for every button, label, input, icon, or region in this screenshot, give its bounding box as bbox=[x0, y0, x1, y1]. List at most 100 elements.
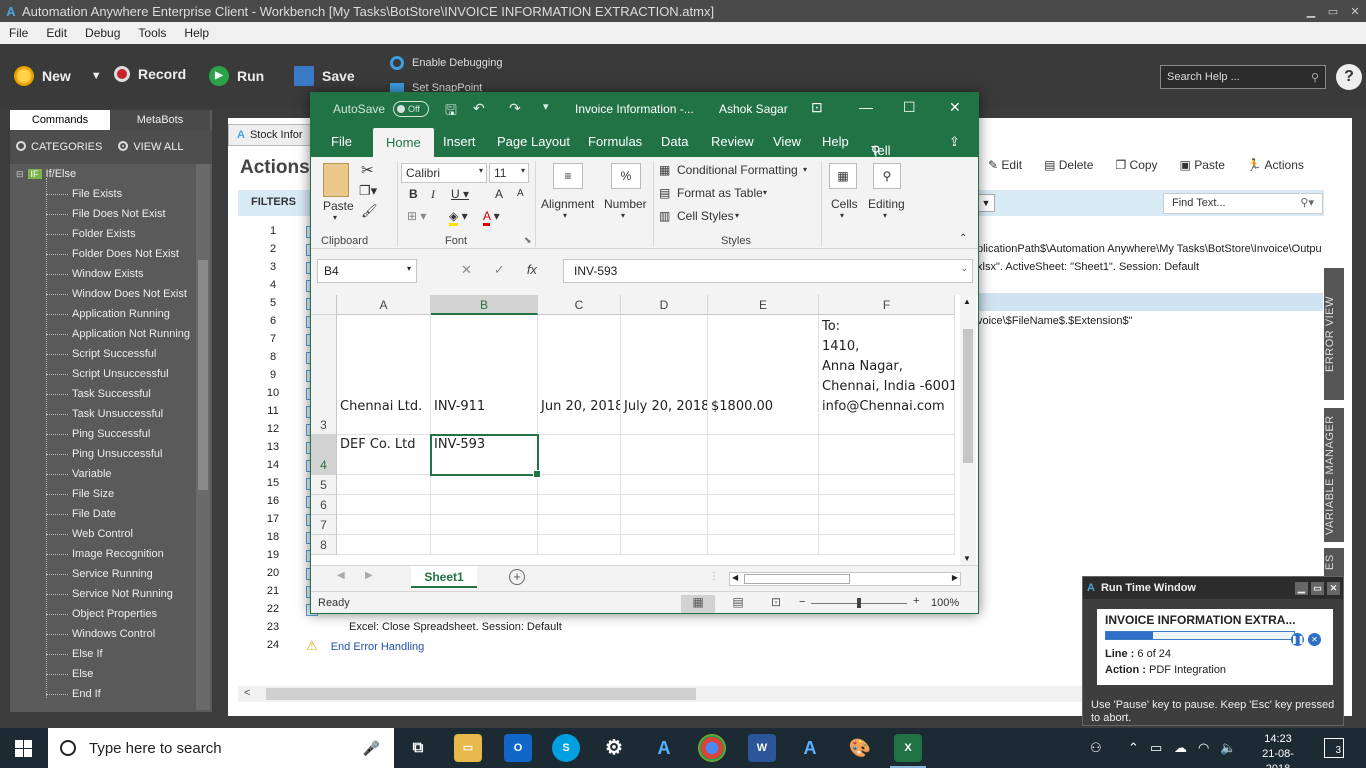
horizontal-scrollbar[interactable]: ◀ ▶ bbox=[729, 572, 961, 586]
decrease-font-icon[interactable]: A bbox=[517, 188, 524, 199]
settings-gear-icon[interactable]: ⚙ bbox=[600, 734, 628, 762]
enter-icon[interactable]: ✓ bbox=[494, 262, 505, 278]
borders-icon[interactable]: ⊞ ▾ bbox=[407, 209, 426, 223]
zoom-in-icon[interactable]: + bbox=[913, 595, 919, 607]
cell-b8[interactable] bbox=[431, 535, 538, 555]
vertical-scrollbar[interactable]: ▲ ▼ bbox=[960, 295, 976, 565]
outlook-icon[interactable]: O bbox=[504, 734, 532, 762]
maximize-icon[interactable]: ▭ bbox=[1311, 581, 1324, 595]
enable-debugging-button[interactable]: Enable Debugging bbox=[390, 56, 503, 70]
tab-page-layout[interactable]: Page Layout bbox=[497, 134, 570, 149]
zoom-level[interactable]: 100% bbox=[931, 597, 959, 609]
people-icon[interactable]: ⚇ bbox=[1090, 740, 1102, 756]
cell-f6[interactable] bbox=[819, 495, 955, 515]
tab-home[interactable]: Home bbox=[373, 128, 434, 157]
cell-f8[interactable] bbox=[819, 535, 955, 555]
cell-a6[interactable] bbox=[337, 495, 431, 515]
filter-dropdown[interactable]: ▼ bbox=[977, 194, 995, 212]
tab-metabots[interactable]: MetaBots bbox=[110, 110, 210, 130]
automation-anywhere-icon[interactable]: A bbox=[650, 734, 678, 762]
code-line-24[interactable]: ⚠ End Error Handling bbox=[306, 638, 424, 654]
maximize-icon[interactable]: ☐ bbox=[903, 99, 916, 116]
cell-d6[interactable] bbox=[621, 495, 708, 515]
search-help-input[interactable]: Search Help ... ⚲ bbox=[1160, 65, 1326, 89]
cell-e5[interactable] bbox=[708, 475, 819, 495]
cell-b6[interactable] bbox=[431, 495, 538, 515]
row-header-3[interactable]: 3 bbox=[311, 315, 337, 435]
italic-icon[interactable]: I bbox=[431, 187, 435, 202]
task-view-icon[interactable]: ⧉ bbox=[404, 734, 432, 762]
tab-help[interactable]: Help bbox=[822, 134, 849, 149]
categories-radio[interactable]: CATEGORIES bbox=[16, 141, 102, 153]
close-icon[interactable]: ✕ bbox=[949, 99, 961, 116]
cell-c5[interactable] bbox=[538, 475, 621, 495]
delete-button[interactable]: ▤ Delete bbox=[1044, 158, 1093, 172]
column-header-b[interactable]: B bbox=[431, 295, 538, 315]
cell-a4[interactable]: DEF Co. Ltd bbox=[337, 435, 431, 475]
menu-help[interactable]: Help bbox=[175, 26, 218, 40]
row-header-4[interactable]: 4 bbox=[311, 435, 337, 475]
file-explorer-icon[interactable]: ▭ bbox=[454, 734, 482, 762]
function-icon[interactable]: fx bbox=[527, 262, 537, 278]
filters-label[interactable]: FILTERS bbox=[251, 196, 296, 208]
menu-tools[interactable]: Tools bbox=[129, 26, 175, 40]
scrollbar-thumb[interactable] bbox=[744, 574, 850, 584]
cell-d3[interactable]: July 20, 2018 bbox=[621, 315, 708, 435]
formula-input[interactable]: INV-593 ⌄ bbox=[563, 259, 973, 283]
show-hidden-icon[interactable]: ⌃ bbox=[1128, 740, 1139, 756]
volume-icon[interactable]: 🔈 bbox=[1220, 740, 1236, 756]
font-color-icon[interactable]: A ▾ bbox=[483, 209, 500, 226]
row-header-8[interactable]: 8 bbox=[311, 535, 337, 555]
undo-icon[interactable]: ↶ bbox=[473, 100, 485, 117]
help-icon[interactable]: ? bbox=[1336, 64, 1362, 90]
next-sheet-icon[interactable]: ▶ bbox=[365, 570, 373, 581]
column-header-e[interactable]: E bbox=[708, 295, 819, 315]
cell-d8[interactable] bbox=[621, 535, 708, 555]
wifi-icon[interactable]: ◠ bbox=[1198, 740, 1209, 756]
cell-b7[interactable] bbox=[431, 515, 538, 535]
word-icon[interactable]: W bbox=[748, 734, 776, 762]
battery-icon[interactable]: ▭ bbox=[1150, 740, 1162, 756]
underline-icon[interactable]: U ▾ bbox=[451, 187, 469, 201]
code-line-6[interactable]: voice\$FileName$.$Extension$" bbox=[977, 315, 1133, 327]
scrollbar-thumb[interactable] bbox=[266, 688, 696, 700]
font-name-select[interactable]: Calibri ▾ bbox=[401, 163, 487, 183]
minimize-icon[interactable]: — bbox=[859, 99, 873, 115]
ribbon-display-icon[interactable]: ⊡ bbox=[811, 99, 823, 116]
edit-button[interactable]: ✎ Edit bbox=[988, 158, 1022, 172]
save-button[interactable]: Save bbox=[294, 66, 355, 86]
dialog-launcher-icon[interactable]: ⬊ bbox=[524, 235, 532, 246]
maximize-icon[interactable]: ▭ bbox=[1322, 5, 1344, 18]
cell-e6[interactable] bbox=[708, 495, 819, 515]
zoom-slider-knob[interactable] bbox=[857, 598, 861, 608]
column-header-f[interactable]: F bbox=[819, 295, 955, 315]
add-sheet-icon[interactable]: + bbox=[509, 569, 525, 585]
scroll-left-icon[interactable]: ◀ bbox=[732, 573, 738, 582]
cell-d4[interactable] bbox=[621, 435, 708, 475]
error-view-tab[interactable]: ERROR VIEW bbox=[1324, 268, 1344, 400]
font-size-select[interactable]: 11 ▾ bbox=[489, 163, 529, 183]
cell-f5[interactable] bbox=[819, 475, 955, 495]
collapse-icon[interactable]: ⊟ bbox=[16, 169, 24, 180]
cancel-icon[interactable]: ✕ bbox=[461, 262, 472, 278]
cell-b3[interactable]: INV-911 bbox=[431, 315, 538, 435]
tab-view[interactable]: View bbox=[773, 134, 801, 149]
cell-a3[interactable]: Chennai Ltd. bbox=[337, 315, 431, 435]
menu-debug[interactable]: Debug bbox=[76, 26, 129, 40]
minimize-icon[interactable]: ▁ bbox=[1300, 5, 1322, 18]
pause-icon[interactable]: ❚❚ bbox=[1291, 633, 1304, 646]
record-button[interactable]: Record bbox=[114, 66, 186, 82]
cell-e3[interactable]: $1800.00 bbox=[708, 315, 819, 435]
dropdown-arrow-icon[interactable]: ▼ bbox=[91, 70, 102, 82]
scroll-right-icon[interactable]: ▶ bbox=[952, 573, 958, 582]
select-all-corner[interactable] bbox=[311, 295, 337, 315]
collapse-ribbon-icon[interactable]: ⌃ bbox=[959, 233, 967, 244]
find-text-input[interactable]: Find Text... ⚲▾ bbox=[1163, 193, 1323, 214]
paste-button[interactable]: ▣ Paste bbox=[1180, 158, 1225, 172]
zoom-out-icon[interactable]: − bbox=[799, 596, 805, 608]
variable-manager-tab[interactable]: VARIABLE MANAGER bbox=[1324, 408, 1344, 542]
tab-insert[interactable]: Insert bbox=[443, 134, 476, 149]
new-button[interactable]: New ▼ bbox=[14, 66, 102, 86]
cell-f4[interactable] bbox=[819, 435, 955, 475]
tab-data[interactable]: Data bbox=[661, 134, 688, 149]
